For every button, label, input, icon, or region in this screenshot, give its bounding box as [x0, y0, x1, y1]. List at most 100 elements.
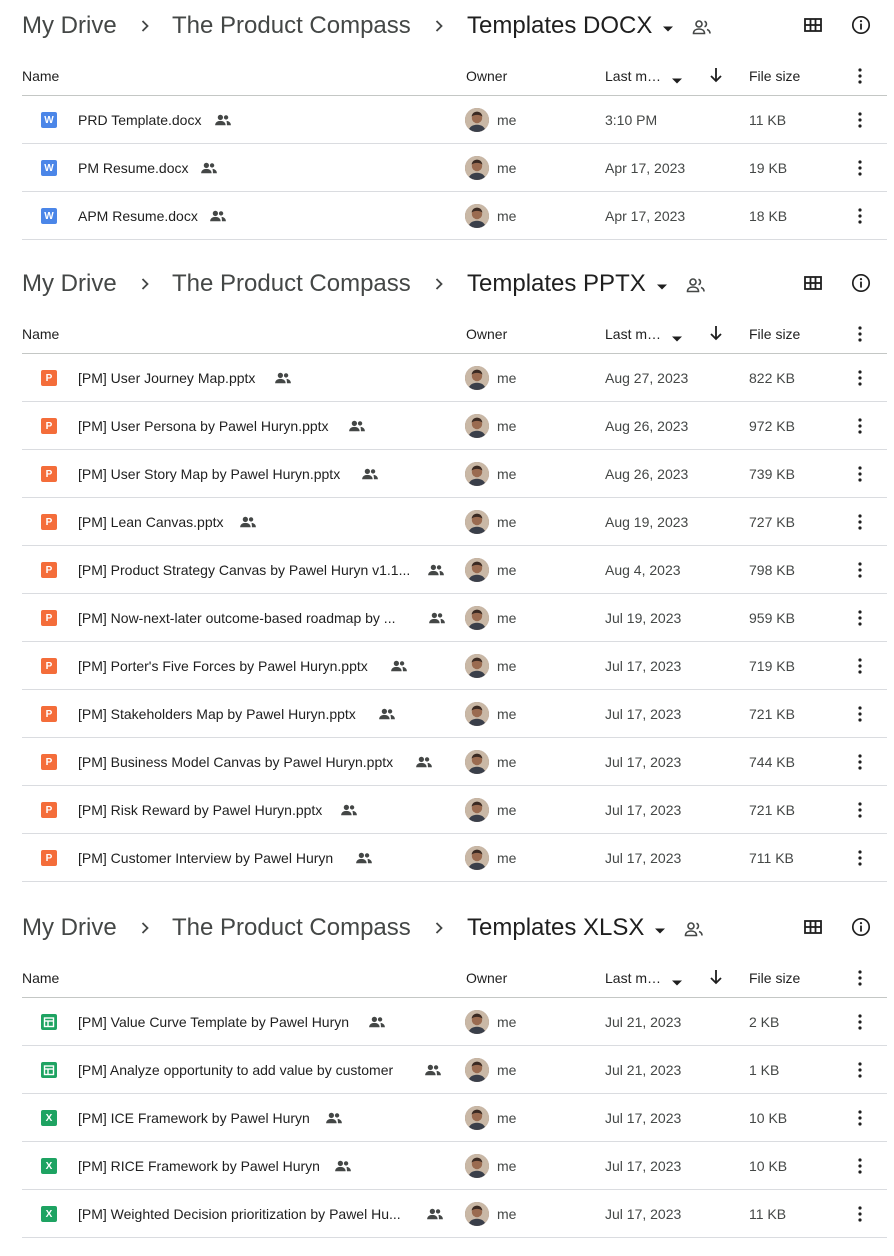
details-button[interactable]	[848, 14, 874, 40]
grid-view-button[interactable]	[800, 916, 826, 942]
breadcrumb-my-drive[interactable]: My Drive	[22, 914, 117, 942]
more-vert-icon[interactable]	[852, 368, 868, 388]
breadcrumb-current-folder[interactable]: Templates DOCX	[467, 12, 652, 40]
more-vert-icon[interactable]	[852, 512, 868, 532]
file-name[interactable]: [PM] Business Model Canvas by Pawel Hury…	[78, 754, 393, 770]
more-vert-icon[interactable]	[852, 1204, 868, 1224]
shared-people-icon	[239, 515, 257, 529]
caret-down-icon[interactable]	[671, 974, 683, 986]
more-vert-icon[interactable]	[852, 416, 868, 436]
file-row[interactable]: P [PM] User Story Map by Pawel Huryn.pptx…	[0, 450, 894, 498]
file-row[interactable]: P [PM] User Journey Map.pptx me Aug 27, 202…	[0, 354, 894, 402]
file-name[interactable]: [PM] Customer Interview by Pawel Huryn	[78, 850, 333, 866]
more-vert-icon[interactable]	[852, 158, 868, 178]
column-last-modified[interactable]: Last m…	[605, 970, 661, 986]
file-row[interactable]: X [PM] ICE Framework by Pawel Huryn me Jul …	[0, 1094, 894, 1142]
file-row[interactable]: P [PM] Business Model Canvas by Pawel Hur…	[0, 738, 894, 786]
file-name[interactable]: [PM] Risk Reward by Pawel Huryn.pptx	[78, 802, 322, 818]
caret-down-icon[interactable]	[662, 20, 674, 32]
column-last-modified[interactable]: Last m…	[605, 326, 661, 342]
column-name[interactable]: Name	[22, 68, 59, 84]
file-name[interactable]: APM Resume.docx	[78, 208, 198, 224]
file-name[interactable]: [PM] User Persona by Pawel Huryn.pptx	[78, 418, 329, 434]
breadcrumb-product-compass[interactable]: The Product Compass	[172, 914, 411, 942]
file-name[interactable]: [PM] Now-next-later outcome-based roadma…	[78, 610, 395, 626]
breadcrumb-current-folder[interactable]: Templates XLSX	[467, 914, 644, 942]
file-row[interactable]: P [PM] User Persona by Pawel Huryn.pptx me…	[0, 402, 894, 450]
arrow-down-icon[interactable]	[708, 66, 724, 84]
file-row[interactable]: X [PM] RICE Framework by Pawel Huryn me Jul…	[0, 1142, 894, 1190]
column-file-size[interactable]: File size	[749, 326, 800, 342]
file-row[interactable]: P [PM] Lean Canvas.pptx me Aug 19, 2023 727 …	[0, 498, 894, 546]
more-vert-icon[interactable]	[852, 752, 868, 772]
more-vert-icon[interactable]	[852, 66, 868, 86]
file-row[interactable]: [PM] Value Curve Template by Pawel Huryn…	[0, 998, 894, 1046]
file-row[interactable]: P [PM] Product Strategy Canvas by Pawel H…	[0, 546, 894, 594]
column-name[interactable]: Name	[22, 970, 59, 986]
file-name[interactable]: PRD Template.docx	[78, 112, 201, 128]
arrow-down-icon[interactable]	[708, 968, 724, 986]
breadcrumb-my-drive[interactable]: My Drive	[22, 12, 117, 40]
caret-down-icon[interactable]	[656, 278, 668, 290]
file-row[interactable]: W APM Resume.docx me Apr 17, 2023 18 KB	[0, 192, 894, 240]
column-file-size[interactable]: File size	[749, 68, 800, 84]
breadcrumb-my-drive[interactable]: My Drive	[22, 270, 117, 298]
caret-down-icon[interactable]	[671, 330, 683, 342]
more-vert-icon[interactable]	[852, 800, 868, 820]
grid-view-button[interactable]	[800, 14, 826, 40]
last-modified: Aug 19, 2023	[605, 514, 689, 530]
powerpoint-file-icon: P	[41, 850, 57, 866]
column-owner[interactable]: Owner	[466, 68, 507, 84]
caret-down-icon[interactable]	[654, 922, 666, 934]
breadcrumb-product-compass[interactable]: The Product Compass	[172, 270, 411, 298]
file-row[interactable]: W PM Resume.docx me Apr 17, 2023 19 KB	[0, 144, 894, 192]
file-name[interactable]: [PM] Stakeholders Map by Pawel Huryn.ppt…	[78, 706, 356, 722]
more-vert-icon[interactable]	[852, 560, 868, 580]
column-last-modified[interactable]: Last m…	[605, 68, 661, 84]
file-name[interactable]: [PM] ICE Framework by Pawel Huryn	[78, 1110, 310, 1126]
arrow-down-icon[interactable]	[708, 324, 724, 342]
file-name[interactable]: [PM] Product Strategy Canvas by Pawel Hu…	[78, 562, 410, 578]
file-row[interactable]: P [PM] Risk Reward by Pawel Huryn.pptx me J…	[0, 786, 894, 834]
more-vert-icon[interactable]	[852, 704, 868, 724]
more-vert-icon[interactable]	[852, 206, 868, 226]
file-name[interactable]: [PM] Porter's Five Forces by Pawel Huryn…	[78, 658, 368, 674]
file-row[interactable]: W PRD Template.docx me 3:10 PM 11 KB	[0, 96, 894, 144]
file-row[interactable]: X [PM] Weighted Decision prioritization b…	[0, 1190, 894, 1238]
column-owner[interactable]: Owner	[466, 326, 507, 342]
more-vert-icon[interactable]	[852, 656, 868, 676]
details-button[interactable]	[848, 272, 874, 298]
details-button[interactable]	[848, 916, 874, 942]
more-vert-icon[interactable]	[852, 1060, 868, 1080]
file-row[interactable]: P [PM] Stakeholders Map by Pawel Huryn.pp…	[0, 690, 894, 738]
file-name[interactable]: PM Resume.docx	[78, 160, 188, 176]
file-name[interactable]: [PM] User Journey Map.pptx	[78, 370, 255, 386]
file-name[interactable]: [PM] Value Curve Template by Pawel Huryn	[78, 1014, 349, 1030]
breadcrumb-current-folder[interactable]: Templates PPTX	[467, 270, 646, 298]
file-name[interactable]: [PM] Analyze opportunity to add value by…	[78, 1062, 393, 1078]
last-modified: Jul 21, 2023	[605, 1014, 682, 1030]
more-vert-icon[interactable]	[852, 110, 868, 130]
file-row[interactable]: P [PM] Customer Interview by Pawel Huryn m…	[0, 834, 894, 882]
file-name[interactable]: [PM] User Story Map by Pawel Huryn.pptx	[78, 466, 340, 482]
breadcrumb-product-compass[interactable]: The Product Compass	[172, 12, 411, 40]
file-name[interactable]: [PM] RICE Framework by Pawel Huryn	[78, 1158, 320, 1174]
more-vert-icon[interactable]	[852, 464, 868, 484]
file-row[interactable]: [PM] Analyze opportunity to add value by…	[0, 1046, 894, 1094]
grid-view-button[interactable]	[800, 272, 826, 298]
more-vert-icon[interactable]	[852, 848, 868, 868]
file-row[interactable]: P [PM] Porter's Five Forces by Pawel Hury…	[0, 642, 894, 690]
column-owner[interactable]: Owner	[466, 970, 507, 986]
file-name[interactable]: [PM] Weighted Decision prioritization by…	[78, 1206, 401, 1222]
more-vert-icon[interactable]	[852, 324, 868, 344]
more-vert-icon[interactable]	[852, 608, 868, 628]
more-vert-icon[interactable]	[852, 968, 868, 988]
column-file-size[interactable]: File size	[749, 970, 800, 986]
file-name[interactable]: [PM] Lean Canvas.pptx	[78, 514, 224, 530]
file-row[interactable]: P [PM] Now-next-later outcome-based roadm…	[0, 594, 894, 642]
more-vert-icon[interactable]	[852, 1156, 868, 1176]
column-name[interactable]: Name	[22, 326, 59, 342]
more-vert-icon[interactable]	[852, 1108, 868, 1128]
caret-down-icon[interactable]	[671, 72, 683, 84]
more-vert-icon[interactable]	[852, 1012, 868, 1032]
